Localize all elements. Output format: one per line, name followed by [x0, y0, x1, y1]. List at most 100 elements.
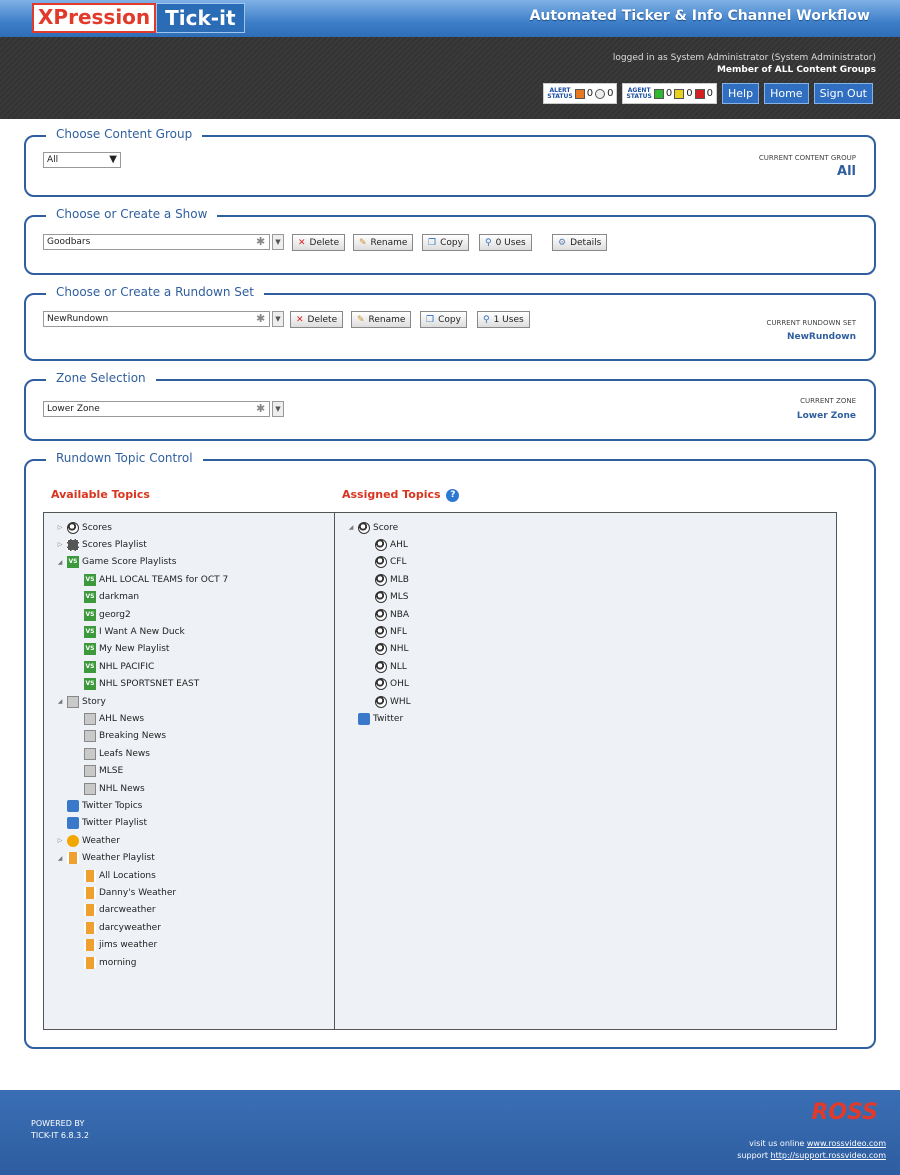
topic-tree-item[interactable]: VS NHL PACIFIC: [73, 659, 154, 674]
topic-tree-item[interactable]: Leafs News: [73, 746, 150, 761]
topic-tree-item[interactable]: VS My New Playlist: [73, 642, 169, 657]
soccer-ball-icon: [375, 660, 387, 673]
visit-link[interactable]: www.rossvideo.com: [807, 1139, 886, 1148]
signout-button[interactable]: Sign Out: [813, 83, 873, 104]
expand-open-icon[interactable]: ◢: [56, 559, 64, 566]
topic-label: Weather Playlist: [82, 853, 155, 864]
topic-tree-item[interactable]: ◢ Weather Playlist: [56, 851, 155, 866]
available-topics-panel[interactable]: ▷ Scores ▷ Scores Playlist ◢ VS Game Score Pla…: [43, 512, 335, 1030]
topic-tree-item[interactable]: VS NHL SPORTSNET EAST: [73, 677, 199, 692]
rundown-copy-button[interactable]: ❐ Copy: [420, 311, 467, 328]
topic-label: Twitter Playlist: [82, 818, 148, 829]
topic-tree-item[interactable]: ▷ Scores: [56, 520, 112, 535]
topic-tree-item[interactable]: morning: [73, 955, 136, 970]
film-playlist-icon: [84, 956, 96, 969]
story-icon: [67, 695, 79, 708]
ross-logo: ROSS: [811, 1100, 878, 1125]
topic-label: NHL: [390, 644, 409, 655]
topic-label: I Want A New Duck: [99, 626, 185, 637]
topic-tree-item[interactable]: AHL: [364, 537, 408, 552]
topic-label: CFL: [390, 557, 407, 568]
topic-tree-item[interactable]: AHL News: [73, 711, 144, 726]
rundown-rename-button[interactable]: ✎ Rename: [351, 311, 412, 328]
topic-tree-item[interactable]: ▷ Weather: [56, 833, 120, 848]
topic-tree-item[interactable]: NHL: [364, 642, 409, 657]
show-copy-button[interactable]: ❐ Copy: [422, 234, 469, 251]
rundown-copy-label: Copy: [438, 314, 461, 325]
agent-green-count: 0: [665, 88, 673, 99]
show-delete-button[interactable]: ✕ Delete: [292, 234, 346, 251]
topic-tree-item[interactable]: WHL: [364, 694, 411, 709]
zone-combo-input[interactable]: Lower Zone ✱: [43, 401, 270, 417]
story-icon: [84, 765, 96, 778]
expand-closed-icon[interactable]: ▷: [56, 524, 64, 531]
rundown-dropdown-button[interactable]: ▼: [272, 311, 284, 327]
topic-tree-item[interactable]: ◢ Score: [347, 520, 398, 535]
topic-tree-item[interactable]: ◢ VS Game Score Playlists: [56, 555, 176, 570]
topic-tree-item[interactable]: NBA: [364, 607, 409, 622]
alert-status[interactable]: ALERT STATUS 0 0: [543, 83, 618, 104]
help-button[interactable]: Help: [722, 83, 760, 104]
topic-label: jims weather: [99, 940, 158, 951]
topic-tree-item[interactable]: ◢ Story: [56, 694, 106, 709]
content-group-select[interactable]: All ▼: [43, 152, 121, 168]
assigned-topics-panel[interactable]: ◢ Score AHL CFL MLB MLS NBA NFL NHL NLL OHL WHL Twit…: [334, 512, 837, 1030]
topic-tree-item[interactable]: Danny's Weather: [73, 885, 176, 900]
topic-label: Twitter: [373, 713, 404, 724]
topic-tree-item[interactable]: darcweather: [73, 903, 156, 918]
topic-tree-item[interactable]: VS darkman: [73, 590, 139, 605]
film-playlist-icon: [84, 904, 96, 917]
zone-combo-value: Lower Zone: [47, 404, 100, 414]
expand-closed-icon[interactable]: ▷: [56, 837, 64, 844]
topic-tree-item[interactable]: ▷ Scores Playlist: [56, 537, 147, 552]
vs-playlist-icon: VS: [84, 625, 96, 638]
topic-label: Breaking News: [99, 731, 167, 742]
topic-tree-item[interactable]: OHL: [364, 677, 409, 692]
topic-tree-item[interactable]: VS AHL LOCAL TEAMS for OCT 7: [73, 572, 228, 587]
topic-tree-item[interactable]: jims weather: [73, 938, 157, 953]
topic-tree-item[interactable]: VS I Want A New Duck: [73, 624, 185, 639]
agent-yellow-icon: [674, 88, 685, 99]
rundown-uses-button[interactable]: ⚲ 1 Uses: [477, 311, 530, 328]
show-dropdown-button[interactable]: ▼: [272, 234, 284, 250]
rundown-delete-button[interactable]: ✕ Delete: [290, 311, 344, 328]
topic-tree-item[interactable]: darcyweather: [73, 920, 161, 935]
topic-tree-item[interactable]: MLB: [364, 572, 409, 587]
help-icon[interactable]: ?: [446, 488, 460, 502]
topic-tree-item[interactable]: NHL News: [73, 781, 145, 796]
topic-tree-item[interactable]: MLS: [364, 590, 409, 605]
topic-tree-item[interactable]: NLL: [364, 659, 407, 674]
topic-tree-item[interactable]: Twitter: [347, 711, 403, 726]
soccer-ball-icon: [375, 608, 387, 621]
content-group-select-value: All: [47, 155, 59, 165]
alert-count-1: 0: [586, 88, 594, 99]
topic-tree-item[interactable]: All Locations: [73, 868, 156, 883]
show-uses-label: 0 Uses: [495, 237, 526, 248]
show-uses-button[interactable]: ⚲ 0 Uses: [479, 234, 532, 251]
topic-tree-item[interactable]: MLSE: [73, 764, 123, 779]
show-details-button[interactable]: ⚙ Details: [552, 234, 608, 251]
show-combo-input[interactable]: Goodbars ✱: [43, 234, 270, 250]
topic-tree-item[interactable]: VS georg2: [73, 607, 131, 622]
show-rename-button[interactable]: ✎ Rename: [353, 234, 414, 251]
zone-dropdown-button[interactable]: ▼: [272, 401, 284, 417]
app-logo: XPression Tick-it: [32, 3, 245, 33]
agent-status[interactable]: AGENT STATUS 0 0 0: [622, 83, 717, 104]
rundown-combo-input[interactable]: NewRundown ✱: [43, 311, 270, 327]
support-link[interactable]: http://support.rossvideo.com: [771, 1151, 886, 1160]
expand-closed-icon[interactable]: ▷: [56, 541, 64, 548]
show-details-label: Details: [570, 237, 602, 248]
expand-open-icon[interactable]: ◢: [56, 698, 64, 705]
topic-tree-item[interactable]: NFL: [364, 624, 407, 639]
topic-tree-item[interactable]: Twitter Topics: [56, 798, 142, 813]
search-icon: ⚲: [483, 314, 490, 325]
expand-open-icon[interactable]: ◢: [347, 524, 355, 531]
home-button[interactable]: Home: [764, 83, 809, 104]
agent-green-icon: [653, 88, 664, 99]
expand-open-icon[interactable]: ◢: [56, 855, 64, 862]
vs-playlist-icon: VS: [84, 573, 96, 586]
soccer-ball-icon: [375, 573, 387, 586]
topic-tree-item[interactable]: Breaking News: [73, 729, 166, 744]
topic-tree-item[interactable]: CFL: [364, 555, 406, 570]
topic-tree-item[interactable]: Twitter Playlist: [56, 816, 147, 831]
